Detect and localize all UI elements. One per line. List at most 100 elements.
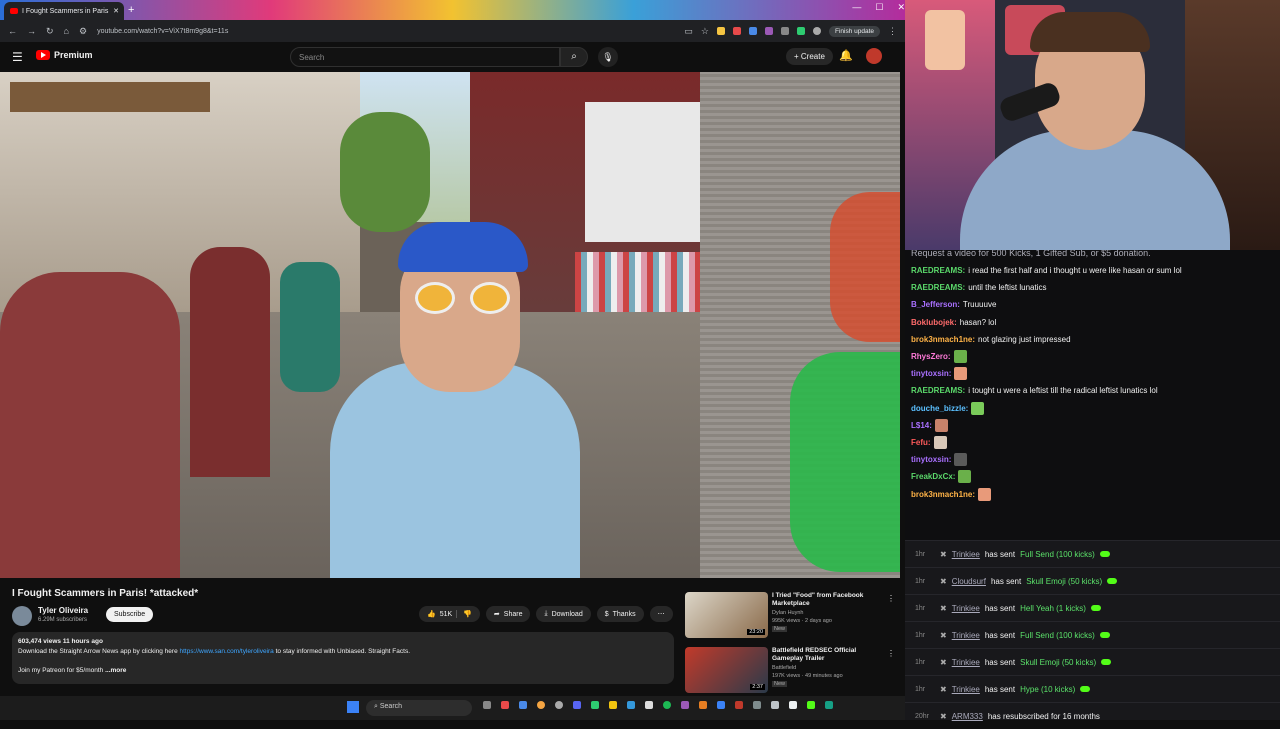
profile-icon[interactable]: [812, 27, 821, 35]
description-line-2: Join my Patreon for $5/month ...more: [18, 667, 668, 674]
download-button[interactable]: ⤓ Download: [536, 606, 591, 622]
app-icon[interactable]: [771, 701, 779, 709]
folder-icon[interactable]: [609, 701, 617, 709]
like-button[interactable]: 👍 51K 👎: [419, 606, 480, 622]
extension-icon[interactable]: [748, 27, 757, 35]
new-tab-icon[interactable]: +: [128, 4, 134, 16]
subscribe-button[interactable]: Subscribe: [106, 607, 154, 622]
chat-username[interactable]: Boklubojek:: [911, 314, 957, 331]
app-icon[interactable]: [591, 701, 599, 709]
show-more-link[interactable]: ...more: [105, 667, 126, 674]
maximize-icon[interactable]: ☐: [875, 2, 883, 13]
event-username[interactable]: Trinkiee: [952, 658, 980, 667]
chrome-icon[interactable]: [537, 701, 545, 709]
spotify-icon[interactable]: [663, 701, 671, 709]
share-button[interactable]: ➦ Share: [485, 606, 531, 622]
video-player[interactable]: [0, 72, 900, 578]
app-icon[interactable]: [555, 701, 563, 709]
like-count: 51K: [439, 610, 453, 618]
discord-icon[interactable]: [573, 701, 581, 709]
more-actions-icon[interactable]: ⋯: [649, 606, 673, 622]
chat-username[interactable]: Fefu:: [911, 434, 931, 451]
task-view-icon[interactable]: [483, 701, 491, 709]
event-username[interactable]: Trinkiee: [952, 685, 980, 694]
microphone-icon[interactable]: 🎙: [598, 47, 618, 67]
chat-username[interactable]: FreakDxCx:: [911, 468, 955, 485]
forward-icon[interactable]: →: [27, 26, 36, 36]
minimize-icon[interactable]: —: [852, 2, 861, 13]
app-icon[interactable]: [627, 701, 635, 709]
app-icon[interactable]: [501, 701, 509, 709]
chat-username[interactable]: RhysZero:: [911, 348, 951, 365]
app-icon[interactable]: [645, 701, 653, 709]
cast-icon[interactable]: ▭: [684, 26, 693, 37]
extension-icon[interactable]: [732, 27, 741, 35]
chat-username[interactable]: douche_bizzle:: [911, 400, 968, 417]
app-icon[interactable]: [735, 701, 743, 709]
more-options-icon[interactable]: ⋮: [887, 649, 895, 658]
site-info-icon[interactable]: ⚙: [79, 26, 87, 37]
extension-icon[interactable]: [764, 27, 773, 35]
chat-username[interactable]: brok3nmach1ne:: [911, 331, 975, 348]
related-video[interactable]: 2:37 Battlefield REDSEC Official Gamepla…: [685, 647, 895, 693]
event-username[interactable]: Trinkiee: [952, 550, 980, 559]
related-title[interactable]: I Tried "Food" from Facebook Marketplace: [772, 592, 882, 608]
chat-username[interactable]: tinytoxsin:: [911, 451, 951, 468]
related-channel[interactable]: Dylan Huynh: [772, 610, 804, 616]
finish-update-button[interactable]: Finish update: [828, 25, 880, 37]
more-menu-icon[interactable]: ⋮: [888, 26, 897, 37]
bookmark-star-icon[interactable]: ☆: [701, 26, 709, 37]
extension-icon[interactable]: [716, 27, 725, 35]
app-icon[interactable]: [519, 701, 527, 709]
tree: [340, 112, 430, 232]
youtube-logo[interactable]: Premium: [36, 50, 93, 60]
app-icon[interactable]: [789, 701, 797, 709]
related-channel[interactable]: Battlefield: [772, 665, 796, 671]
channel-avatar[interactable]: [12, 606, 32, 626]
channel-name[interactable]: Tyler Oliveira: [38, 606, 88, 615]
chat-username[interactable]: tinytoxsin:: [911, 365, 951, 382]
extension-icon[interactable]: [796, 27, 805, 35]
thanks-button[interactable]: $ Thanks: [596, 606, 644, 622]
chat-username[interactable]: RAEDREAMS:: [911, 262, 965, 279]
url-field[interactable]: youtube.com/watch?v=ViX7t8m9g8&t=11s: [97, 28, 228, 35]
event-username[interactable]: Trinkiee: [952, 604, 980, 613]
app-icon[interactable]: [681, 701, 689, 709]
home-icon[interactable]: ⌂: [64, 26, 69, 36]
back-icon[interactable]: ←: [8, 26, 17, 36]
windows-start-icon[interactable]: [347, 701, 359, 713]
puzzle-icon[interactable]: [780, 27, 789, 35]
chat-username[interactable]: brok3nmach1ne:: [911, 486, 975, 503]
thumbs-down-icon[interactable]: 👎: [456, 610, 472, 618]
app-icon[interactable]: [753, 701, 761, 709]
hamburger-menu-icon[interactable]: ☰: [12, 50, 23, 64]
close-tab-icon[interactable]: ✕: [113, 7, 119, 15]
browser-tab[interactable]: I Fought Scammers in Paris ✕: [4, 2, 124, 20]
app-icon[interactable]: [825, 701, 833, 709]
chat-username[interactable]: RAEDREAMS:: [911, 382, 965, 399]
create-button[interactable]: + Create: [786, 48, 833, 65]
chat-username[interactable]: L$14:: [911, 417, 932, 434]
chat-username[interactable]: B_Jefferson:: [911, 296, 960, 313]
related-title[interactable]: Battlefield REDSEC Official Gameplay Tra…: [772, 647, 882, 663]
event-username[interactable]: ARM333: [952, 712, 983, 721]
close-window-icon[interactable]: ✕: [897, 2, 905, 13]
related-thumbnail[interactable]: 23:20: [685, 592, 768, 638]
account-avatar[interactable]: [866, 48, 882, 64]
notifications-bell-icon[interactable]: 🔔: [839, 49, 853, 62]
reload-icon[interactable]: ↻: [46, 26, 54, 37]
related-thumbnail[interactable]: 2:37: [685, 647, 768, 693]
video-description[interactable]: 603,474 views 11 hours ago Download the …: [12, 632, 674, 684]
event-username[interactable]: Trinkiee: [952, 631, 980, 640]
description-link[interactable]: https://www.san.com/tyleroliveira: [180, 648, 274, 655]
taskbar-search[interactable]: ⌕ Search: [366, 700, 472, 716]
chat-username[interactable]: RAEDREAMS:: [911, 279, 965, 296]
search-icon[interactable]: ⌕: [560, 47, 588, 67]
search-input[interactable]: Search: [290, 47, 560, 67]
more-options-icon[interactable]: ⋮: [887, 594, 895, 603]
related-video[interactable]: 23:20 I Tried "Food" from Facebook Marke…: [685, 592, 895, 638]
kick-icon[interactable]: [807, 701, 815, 709]
event-username[interactable]: Cloudsurf: [952, 577, 986, 586]
app-icon[interactable]: [717, 701, 725, 709]
app-icon[interactable]: [699, 701, 707, 709]
